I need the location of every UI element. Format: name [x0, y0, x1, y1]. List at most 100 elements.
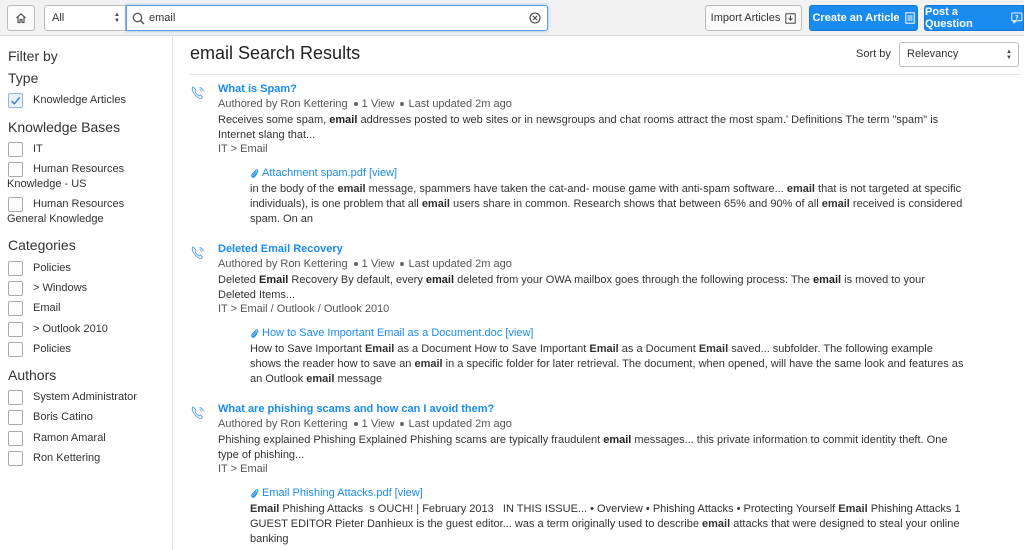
- separator-dot: [353, 261, 358, 266]
- select-arrows-icon: ▲ ▼: [1006, 49, 1012, 61]
- filter-label-line2: Knowledge - US: [7, 178, 87, 190]
- separator-dot: [400, 261, 405, 266]
- filter-label: > Windows: [33, 282, 88, 294]
- filter-label: Policies: [33, 262, 71, 274]
- result-snippet: Receives some spam, email addresses post…: [218, 114, 939, 141]
- result-title-link[interactable]: Deleted Email Recovery: [218, 243, 343, 255]
- checkbox[interactable]: [8, 390, 23, 405]
- result-path: IT > Email: [218, 463, 268, 475]
- post-question-button[interactable]: Post a Question ?: [924, 5, 1024, 31]
- attachment-title: Email Phishing Attacks.pdf [view]: [262, 487, 423, 499]
- results-title: email Search Results: [190, 43, 361, 63]
- authors-section-title: Authors: [8, 367, 57, 383]
- sort-select[interactable]: Relevancy ▲ ▼: [899, 42, 1019, 67]
- create-article-label: Create an Article: [812, 12, 900, 24]
- checkbox[interactable]: [8, 301, 23, 316]
- categories-section-title: Categories: [8, 237, 76, 253]
- attachment-title: Attachment spam.pdf [view]: [262, 167, 398, 179]
- checkbox[interactable]: [8, 197, 23, 212]
- filter-label: > Outlook 2010: [33, 323, 108, 335]
- sort-label: Sort by: [856, 48, 891, 60]
- checkbox[interactable]: [8, 451, 23, 466]
- result-updated: Last updated 2m ago: [408, 98, 512, 110]
- document-icon: [904, 12, 915, 24]
- knowledge-article-icon: [191, 406, 204, 420]
- result-author: Authored by Ron Kettering: [218, 258, 348, 270]
- checkbox[interactable]: [8, 431, 23, 446]
- result-author: Authored by Ron Kettering: [218, 98, 348, 110]
- checkmark-icon: [10, 96, 21, 105]
- result-meta: Authored by Ron Kettering 1 View Last upda…: [218, 98, 512, 110]
- sort-value: Relevancy: [907, 48, 959, 60]
- checkbox[interactable]: [8, 261, 23, 276]
- result-author: Authored by Ron Kettering: [218, 418, 348, 430]
- result-path: IT > Email / Outlook / Outlook 2010: [218, 303, 390, 315]
- svg-text:?: ?: [1015, 14, 1019, 21]
- result-updated: Last updated 2m ago: [408, 418, 512, 430]
- import-icon: [785, 12, 797, 24]
- result-views: 1 View: [361, 98, 395, 110]
- attachment-snippet: in the body of the email message, spamme…: [250, 183, 963, 225]
- paperclip-icon: [251, 168, 259, 178]
- attachment-link[interactable]: How to Save Important Email as a Documen…: [250, 327, 533, 339]
- filter-label: Ron Kettering: [33, 452, 101, 464]
- checkbox[interactable]: [8, 342, 23, 357]
- search-input[interactable]: [149, 9, 519, 27]
- home-icon: [16, 12, 26, 24]
- filter-label: Boris Catino: [33, 411, 93, 423]
- separator-dot: [353, 421, 358, 426]
- result-views: 1 View: [361, 418, 395, 430]
- result-meta: Authored by Ron Kettering 1 View Last upda…: [218, 418, 512, 430]
- result-snippet: Phishing explained Phishing Explained Ph…: [218, 434, 948, 461]
- paperclip-icon: [251, 328, 259, 338]
- attachment-title: How to Save Important Email as a Documen…: [262, 327, 534, 339]
- search-box[interactable]: [126, 5, 548, 31]
- attachment-link[interactable]: Email Phishing Attacks.pdf [view]: [250, 487, 423, 499]
- search-scope-value: All: [52, 12, 65, 24]
- result-title-link[interactable]: What are phishing scams and how can I av…: [218, 403, 494, 415]
- top-toolbar: All ▲▼ Import Articles Create an Article…: [0, 0, 1024, 36]
- separator-dot: [400, 101, 405, 106]
- filter-label: Human Resources: [33, 163, 125, 175]
- checkbox[interactable]: [8, 162, 23, 177]
- checkbox[interactable]: [8, 142, 23, 157]
- knowledge-article-icon: [191, 86, 204, 100]
- attachment-link[interactable]: Attachment spam.pdf [view]: [250, 167, 397, 179]
- result-meta: Authored by Ron Kettering 1 View Last upda…: [218, 258, 512, 270]
- filter-title: Filter by: [8, 48, 58, 64]
- attachment-snippet: Email Phishing Attacks s OUCH! | Februar…: [250, 503, 961, 545]
- checkbox[interactable]: [8, 322, 23, 337]
- search-icon: [132, 12, 145, 25]
- filter-label: Policies: [33, 343, 71, 355]
- question-icon: ?: [1011, 12, 1023, 24]
- divider: [190, 74, 1020, 75]
- search-results-panel: email Search Results Sort by Relevancy ▲…: [174, 37, 1024, 550]
- result-title-link[interactable]: What is Spam?: [218, 83, 297, 95]
- result-views: 1 View: [361, 258, 395, 270]
- filter-sidebar: Filter by Type Knowledge Articles Knowle…: [0, 37, 173, 550]
- attachment-snippet: How to Save Important Email as a Documen…: [250, 343, 964, 385]
- filter-label: Email: [33, 302, 61, 314]
- type-section-title: Type: [8, 70, 39, 86]
- clear-search-icon[interactable]: [529, 12, 541, 24]
- filter-label: Knowledge Articles: [33, 94, 126, 106]
- select-arrows-icon: ▲ ▼: [114, 12, 120, 24]
- checkbox[interactable]: [8, 410, 23, 425]
- result-path: IT > Email: [218, 143, 268, 155]
- home-button[interactable]: [7, 5, 35, 31]
- knowledge-bases-section-title: Knowledge Bases: [8, 119, 121, 135]
- import-articles-button[interactable]: Import Articles: [705, 5, 802, 31]
- filter-label: System Administrator: [33, 391, 137, 403]
- import-articles-label: Import Articles: [710, 12, 781, 24]
- separator-dot: [400, 421, 405, 426]
- search-scope-select[interactable]: All ▲ ▼: [44, 5, 126, 31]
- filter-label-line2: General Knowledge: [7, 213, 104, 225]
- filter-label: IT: [33, 143, 43, 155]
- checkbox-checked[interactable]: [8, 93, 23, 108]
- create-article-button[interactable]: Create an Article: [809, 5, 918, 31]
- result-snippet: Deleted Email Recovery By default, every…: [218, 274, 925, 301]
- separator-dot: [353, 101, 358, 106]
- checkbox[interactable]: [8, 281, 23, 296]
- post-question-label: Post a Question: [925, 6, 973, 30]
- filter-label: Human Resources: [33, 198, 125, 210]
